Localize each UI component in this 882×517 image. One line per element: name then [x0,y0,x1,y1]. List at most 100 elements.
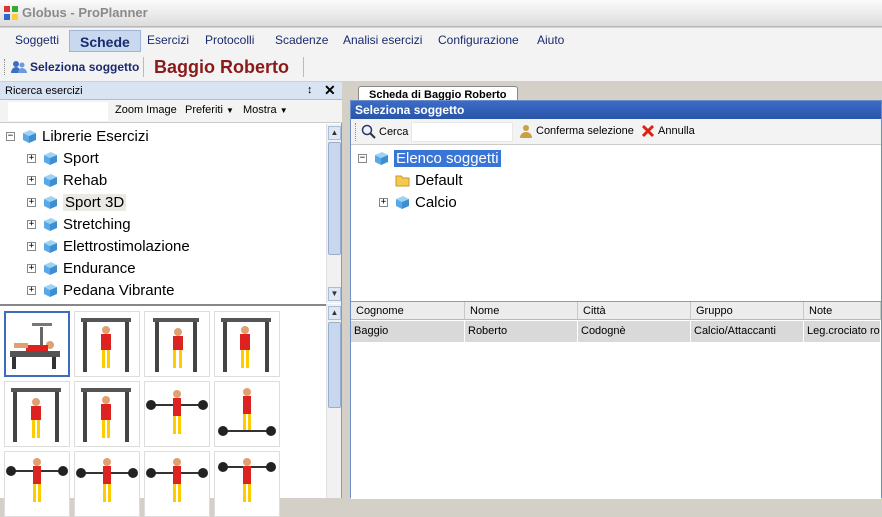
main-toolbar: Seleziona soggetto Baggio Roberto [0,52,882,82]
tree-item-pedana-vibrante[interactable]: + Pedana Vibrante [27,280,174,300]
close-icon [641,124,655,138]
dialog-title: Seleziona soggetto [351,101,881,119]
rack-exercise-image [81,318,131,372]
close-icon[interactable]: ✕ [324,82,336,99]
confirm-selection-button[interactable]: Conferma selezione [519,124,634,138]
toolbar-separator [143,57,144,77]
exercise-search-input[interactable] [8,102,108,121]
column-header-note[interactable]: Note [804,302,881,320]
exercise-thumbnail[interactable] [74,311,140,377]
menu-schede[interactable]: Schede [69,30,141,52]
tree-item-rehab[interactable]: + Rehab [27,170,107,190]
tree-item-sport[interactable]: + Sport [27,148,99,168]
dialog-toolbar: Cerca Conferma selezione Annulla [351,119,881,145]
tree-item-label: Sport [63,149,99,167]
exercise-thumbnail[interactable] [144,381,210,447]
collapse-icon[interactable]: − [358,153,367,163]
expand-icon[interactable]: + [379,197,388,207]
mostra-label: Mostra [243,104,277,116]
toolbar-grip [355,123,357,141]
barbell-exercise-image [6,458,68,502]
exercise-thumbnail[interactable] [74,451,140,517]
pin-icon[interactable]: ↕ [307,84,313,96]
menu-bar: Soggetti Schede Esercizi Protocolli Scad… [0,28,882,52]
barbell-exercise-image [146,390,208,434]
table-cell[interactable]: Roberto [465,321,578,342]
confirm-label: Conferma selezione [536,125,634,137]
collapse-icon[interactable]: − [6,131,15,141]
exercise-thumbnail[interactable] [144,311,210,377]
exercise-thumbnail[interactable] [214,381,280,447]
menu-configurazione[interactable]: Configurazione [432,32,525,51]
menu-aiuto[interactable]: Aiuto [531,32,570,51]
expand-icon[interactable]: + [27,175,36,185]
scroll-down-icon[interactable]: ▼ [328,287,341,301]
exercise-gallery [0,304,326,517]
expand-icon[interactable]: + [27,285,36,295]
window-title: Globus - ProPlanner [22,5,148,20]
tree-root[interactable]: − Librerie Esercizi [6,126,149,146]
scroll-up-icon[interactable]: ▲ [328,126,341,140]
select-subject-button[interactable]: Seleziona soggetto [11,58,139,76]
panel-title: Ricerca esercizi [5,85,83,97]
tree-item-calcio[interactable]: + Calcio [379,192,457,212]
exercise-thumbnail[interactable] [214,311,280,377]
exercise-search-panel: Ricerca esercizi ↕ ✕ Zoom Image Preferit… [0,82,342,517]
expand-icon[interactable]: + [27,153,36,163]
search-button[interactable]: Cerca [361,124,408,139]
exercise-thumbnail[interactable] [4,311,70,377]
table-cell[interactable]: Leg.crociato ro [804,321,881,342]
tree-item-sport-3d[interactable]: + Sport 3D [27,192,127,212]
column-header-cognome[interactable]: Cognome [351,302,465,320]
search-input[interactable] [411,122,513,142]
tree-item-elettrostimolazione[interactable]: + Elettrostimolazione [27,236,190,256]
gallery-scrollbar[interactable]: ▲ [326,304,341,498]
column-header-citta[interactable]: Città [578,302,691,320]
rack-exercise-image [81,388,131,442]
tree-item-label: Pedana Vibrante [63,281,175,299]
search-label: Cerca [379,125,409,138]
scroll-thumb[interactable] [328,142,341,255]
exercise-thumbnail[interactable] [74,381,140,447]
library-icon [44,173,57,187]
tree-root-label: Librerie Esercizi [42,127,149,145]
column-header-gruppo[interactable]: Gruppo [691,302,804,320]
zoom-image-button[interactable]: Zoom Image [115,104,177,116]
mostra-dropdown[interactable]: Mostra ▼ [243,104,288,116]
expand-icon[interactable]: + [27,241,36,251]
menu-esercizi[interactable]: Esercizi [141,32,195,51]
exercise-thumbnail[interactable] [4,451,70,517]
users-icon [11,61,27,73]
tree-root[interactable]: − Elenco soggetti [358,148,501,168]
tree-item-label: Endurance [63,259,136,277]
menu-analisi-esercizi[interactable]: Analisi esercizi [337,32,428,51]
menu-soggetti[interactable]: Soggetti [9,32,65,51]
scroll-up-icon[interactable]: ▲ [328,306,341,320]
library-icon [396,195,409,209]
tree-item-label: Default [415,171,463,189]
exercise-thumbnail[interactable] [144,451,210,517]
preferiti-dropdown[interactable]: Preferiti ▼ [185,104,234,116]
tree-item-label: Calcio [415,193,457,211]
table-cell[interactable]: Codognè [578,321,691,342]
expand-icon[interactable]: + [27,219,36,229]
column-header-nome[interactable]: Nome [465,302,578,320]
tree-scrollbar[interactable]: ▲ ▼ [326,124,341,303]
exercise-thumbnail[interactable] [4,381,70,447]
expand-icon[interactable]: + [27,263,36,273]
table-cell[interactable]: Calcio/Attaccanti [691,321,804,342]
exercise-thumbnail[interactable] [214,451,280,517]
expand-icon[interactable]: + [27,197,36,207]
menu-scadenze[interactable]: Scadenze [269,32,334,51]
tree-item-default[interactable]: Default [395,170,463,190]
library-icon [44,239,57,253]
exercise-library-tree: − Librerie Esercizi + Sport + Rehab + Sp… [0,124,326,303]
scroll-thumb[interactable] [328,322,341,408]
tree-item-label: Elettrostimolazione [63,237,190,255]
tree-item-stretching[interactable]: + Stretching [27,214,131,234]
menu-protocolli[interactable]: Protocolli [199,32,260,51]
cancel-button[interactable]: Annulla [641,124,695,138]
table-cell[interactable]: Baggio [351,321,465,342]
tree-item-endurance[interactable]: + Endurance [27,258,136,278]
chevron-down-icon: ▼ [225,106,234,115]
